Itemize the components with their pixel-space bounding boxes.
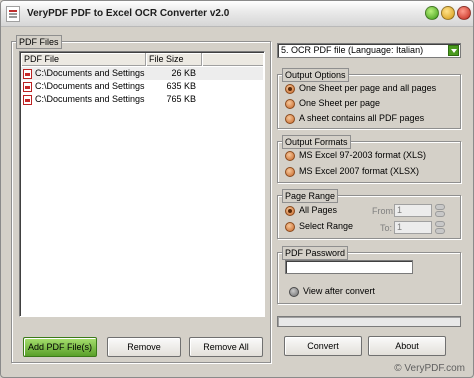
app-icon — [6, 6, 20, 22]
output-formats-label: Output Formats — [282, 135, 351, 149]
title-bar[interactable]: VeryPDF PDF to Excel OCR Converter v2.0 — [1, 1, 473, 27]
format-xls[interactable]: MS Excel 97-2003 format (XLS) — [285, 149, 426, 162]
file-path: C:\Documents and Settings... — [35, 68, 145, 78]
ocr-mode-value: 5. OCR PDF file (Language: Italian) — [281, 45, 424, 55]
to-label: To: — [380, 223, 393, 233]
remove-all-button[interactable]: Remove All — [189, 337, 263, 357]
conversion-progress-bar — [277, 316, 461, 327]
file-row[interactable]: C:\Documents and Settings... 765 KB — [21, 93, 263, 106]
select-range-option[interactable]: Select Range — [285, 220, 353, 233]
app-window: VeryPDF PDF to Excel OCR Converter v2.0 … — [0, 0, 474, 378]
close-button[interactable] — [457, 6, 471, 20]
from-label: From: — [372, 206, 396, 216]
output-options-label: Output Options — [282, 68, 349, 82]
file-row[interactable]: C:\Documents and Settings... 635 KB — [21, 80, 263, 93]
pdf-files-group-label: PDF Files — [16, 35, 62, 49]
pdf-file-icon — [23, 81, 32, 92]
to-page-stepper[interactable] — [435, 221, 445, 234]
add-pdf-files-button[interactable]: Add PDF File(s) — [23, 337, 97, 357]
option-sheet-per-page[interactable]: One Sheet per page — [285, 97, 380, 110]
pdf-file-icon — [23, 94, 32, 105]
pdf-file-icon — [23, 68, 32, 79]
checkbox-icon[interactable] — [289, 286, 299, 297]
all-pages-option[interactable]: All Pages — [285, 204, 337, 217]
file-row[interactable]: C:\Documents and Settings... 26 KB — [21, 67, 263, 80]
radio-icon[interactable] — [285, 221, 295, 232]
ocr-mode-select[interactable]: 5. OCR PDF file (Language: Italian) — [277, 43, 461, 58]
from-page-input[interactable]: 1 — [394, 204, 432, 217]
to-page-input[interactable]: 1 — [394, 221, 432, 234]
pdf-file-list-header: PDF File File Size — [21, 53, 263, 66]
pdf-password-field[interactable] — [285, 260, 413, 274]
radio-checked-icon[interactable] — [285, 205, 295, 216]
view-after-convert-option[interactable]: View after convert — [289, 285, 375, 298]
file-size: 765 KB — [166, 94, 196, 104]
convert-button[interactable]: Convert — [284, 336, 362, 356]
radio-icon[interactable] — [285, 98, 295, 109]
option-sheet-per-page-all-pages[interactable]: One Sheet per page and all pages — [285, 82, 436, 95]
from-page-stepper[interactable] — [435, 204, 445, 217]
file-path: C:\Documents and Settings... — [35, 94, 145, 104]
radio-checked-icon[interactable] — [285, 83, 295, 94]
radio-icon[interactable] — [285, 113, 295, 124]
file-size: 26 KB — [171, 68, 196, 78]
window-title: VeryPDF PDF to Excel OCR Converter v2.0 — [27, 8, 230, 19]
brand-label: © VeryPDF.com — [394, 363, 465, 374]
file-size: 635 KB — [166, 81, 196, 91]
option-single-sheet[interactable]: A sheet contains all PDF pages — [285, 112, 424, 125]
column-header-file-size[interactable]: File Size — [146, 53, 202, 66]
chevron-down-icon[interactable] — [448, 45, 459, 56]
format-xlsx[interactable]: MS Excel 2007 format (XLSX) — [285, 165, 419, 178]
maximize-button[interactable] — [441, 6, 455, 20]
file-path: C:\Documents and Settings... — [35, 81, 145, 91]
pdf-file-list[interactable]: PDF File File Size C:\Documents and Sett… — [19, 51, 265, 317]
about-button[interactable]: About — [368, 336, 446, 356]
minimize-button[interactable] — [425, 6, 439, 20]
radio-icon[interactable] — [285, 150, 295, 161]
column-header-pdf-file[interactable]: PDF File — [21, 53, 146, 66]
page-range-label: Page Range — [282, 189, 339, 203]
pdf-password-label: PDF Password — [282, 246, 349, 260]
radio-icon[interactable] — [285, 166, 295, 177]
remove-button[interactable]: Remove — [107, 337, 181, 357]
